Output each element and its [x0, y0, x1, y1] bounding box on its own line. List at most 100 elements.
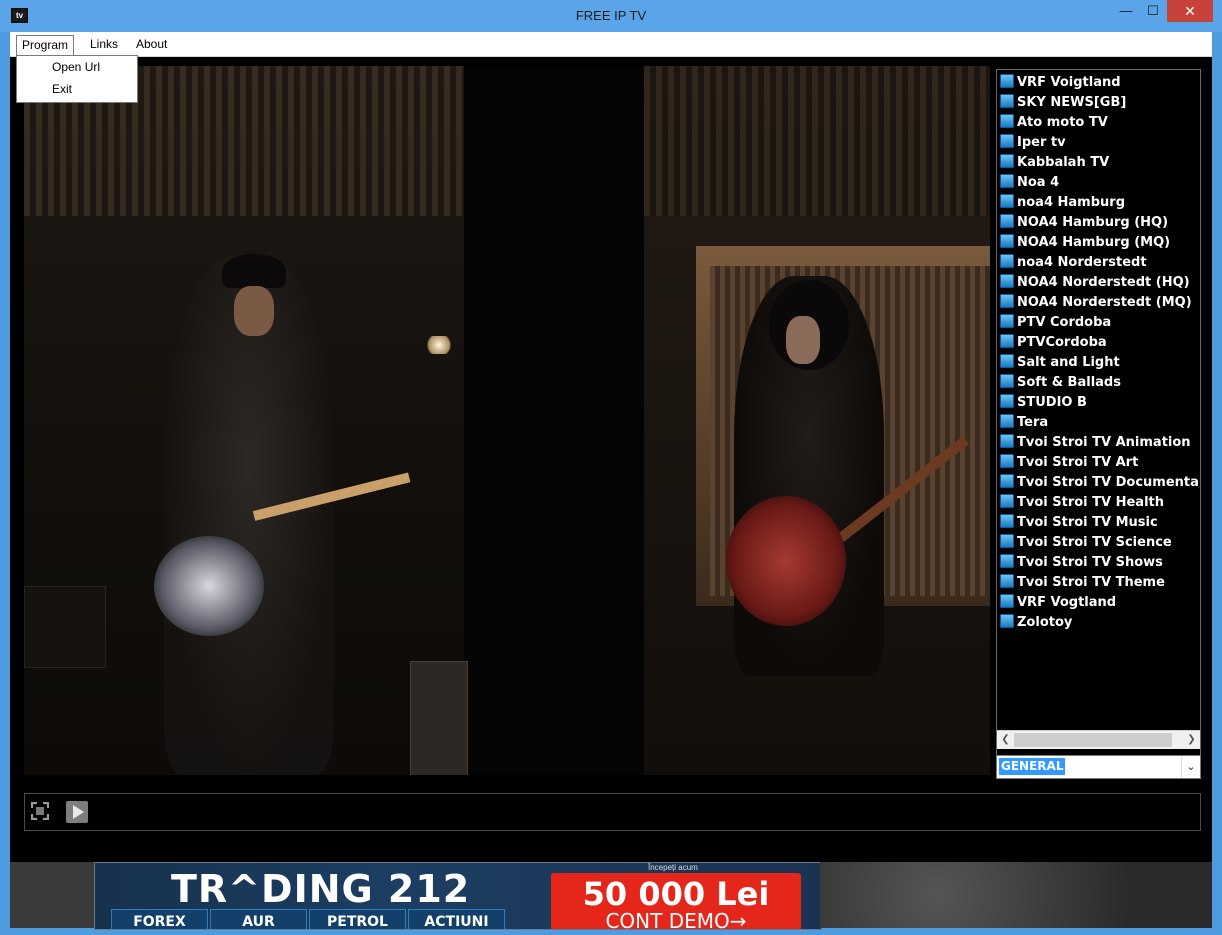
tv-icon [1000, 74, 1014, 88]
ad-cta-button[interactable]: 50 000 Lei CONT DEMO→ [551, 873, 801, 930]
player-controls [24, 793, 1201, 831]
channel-label: Tvoi Stroi TV Theme [1017, 575, 1165, 590]
tv-icon [1000, 234, 1014, 248]
channel-label: noa4 Hamburg [1017, 195, 1126, 210]
menu-about[interactable]: About [131, 35, 172, 53]
scroll-left-icon[interactable]: ❮ [997, 731, 1014, 749]
tv-icon [1000, 294, 1014, 308]
channel-item[interactable]: Tvoi Stroi TV Animation [1000, 433, 1200, 453]
channel-item[interactable]: Tera [1000, 413, 1200, 433]
channel-item[interactable]: STUDIO B [1000, 393, 1200, 413]
title-bar[interactable]: tv FREE IP TV — ☐ ✕ [0, 0, 1222, 32]
channel-list-panel[interactable]: VRF Voigtland SKY NEWS[GB] Ato moto TV Iper… [996, 69, 1201, 761]
channel-item[interactable]: PTVCordoba [1000, 333, 1200, 353]
channel-item[interactable]: Noa 4 [1000, 173, 1200, 193]
program-dropdown: Open Url Exit [16, 55, 138, 103]
scroll-right-icon[interactable]: ❯ [1183, 731, 1200, 749]
channel-label: VRF Voigtland [1017, 75, 1121, 90]
channel-label: PTV Cordoba [1017, 315, 1112, 330]
ad-tabs: FOREX AUR PETROL ACTIUNI [111, 909, 507, 929]
channel-item[interactable]: noa4 Hamburg [1000, 193, 1200, 213]
channel-item[interactable]: Tvoi Stroi TV Science [1000, 533, 1200, 553]
channel-item[interactable]: Tvoi Stroi TV Theme [1000, 573, 1200, 593]
chevron-down-icon[interactable]: ⌄ [1181, 756, 1200, 778]
ad-tab-actiuni[interactable]: ACTIUNI [408, 909, 505, 929]
channel-list: VRF Voigtland SKY NEWS[GB] Ato moto TV Iper… [997, 70, 1200, 738]
horizontal-scrollbar[interactable]: ❮ ❯ [997, 730, 1200, 749]
video-amp [410, 661, 468, 775]
channel-item[interactable]: NOA4 Norderstedt (HQ) [1000, 273, 1200, 293]
channel-item[interactable]: NOA4 Hamburg (MQ) [1000, 233, 1200, 253]
video-amp-left [24, 586, 106, 668]
ad-cta-sub: CONT DEMO→ [605, 909, 747, 930]
channel-item[interactable]: Tvoi Stroi TV Music [1000, 513, 1200, 533]
channel-label: NOA4 Hamburg (MQ) [1017, 235, 1171, 250]
channel-label: Iper tv [1017, 135, 1066, 150]
ad-band-texture [820, 862, 1212, 928]
ad-tab-forex[interactable]: FOREX [111, 909, 208, 929]
video-right-slats [644, 66, 990, 216]
tv-icon [1000, 114, 1014, 128]
channel-label: Tvoi Stroi TV Health [1017, 495, 1165, 510]
channel-item[interactable]: Salt and Light [1000, 353, 1200, 373]
channel-item[interactable]: Tvoi Stroi TV Art [1000, 453, 1200, 473]
minimize-button[interactable]: — [1113, 0, 1139, 22]
menu-open-url[interactable]: Open Url [17, 57, 137, 78]
channel-item[interactable]: VRF Vogtland [1000, 593, 1200, 613]
category-value: GENERAL [999, 758, 1066, 775]
menu-links[interactable]: Links [85, 35, 123, 53]
scroll-thumb[interactable] [1014, 733, 1172, 747]
channel-label: Salt and Light [1017, 355, 1120, 370]
video-guitar-right [726, 496, 846, 626]
video-lamp [424, 336, 454, 354]
channel-item[interactable]: noa4 Norderstedt [1000, 253, 1200, 273]
channel-label: SKY NEWS[GB] [1017, 95, 1127, 110]
channel-label: VRF Vogtland [1017, 595, 1117, 610]
tv-icon [1000, 134, 1014, 148]
video-face-right [786, 316, 820, 364]
ad-banner-area: TR^DING 212 FOREX AUR PETROL ACTIUNI Înc… [10, 862, 1212, 930]
menu-program[interactable]: Program [16, 35, 75, 56]
channel-item[interactable]: Ato moto TV [1000, 113, 1200, 133]
tv-icon [1000, 434, 1014, 448]
channel-label: Zolotoy [1017, 615, 1073, 630]
tv-icon [1000, 494, 1014, 508]
close-button[interactable]: ✕ [1167, 0, 1213, 22]
category-select[interactable]: GENERAL ⌄ [996, 755, 1201, 779]
window-title: FREE IP TV [575, 8, 647, 23]
app-window: tv FREE IP TV — ☐ ✕ Program Links About … [0, 0, 1222, 935]
channel-item[interactable]: PTV Cordoba [1000, 313, 1200, 333]
channel-label: NOA4 Norderstedt (MQ) [1017, 295, 1192, 310]
channel-item[interactable]: Kabbalah TV [1000, 153, 1200, 173]
tv-icon [1000, 414, 1014, 428]
tv-icon [1000, 474, 1014, 488]
tv-icon [1000, 534, 1014, 548]
channel-item[interactable]: SKY NEWS[GB] [1000, 93, 1200, 113]
tv-icon [1000, 274, 1014, 288]
tv-icon [1000, 254, 1014, 268]
video-dark-area [464, 66, 644, 775]
channel-item[interactable]: NOA4 Norderstedt (MQ) [1000, 293, 1200, 313]
channel-item[interactable]: VRF Voigtland [1000, 73, 1200, 93]
channel-item[interactable]: Soft & Ballads [1000, 373, 1200, 393]
channel-item[interactable]: Zolotoy [1000, 613, 1200, 633]
video-player[interactable] [24, 66, 990, 775]
channel-item[interactable]: Tvoi Stroi TV Shows [1000, 553, 1200, 573]
ad-tab-petrol[interactable]: PETROL [309, 909, 406, 929]
channel-item[interactable]: Iper tv [1000, 133, 1200, 153]
play-icon[interactable] [66, 801, 88, 823]
channel-item[interactable]: Tvoi Stroi TV Documentar [1000, 473, 1200, 493]
maximize-button[interactable]: ☐ [1140, 0, 1166, 22]
ad-banner[interactable]: TR^DING 212 FOREX AUR PETROL ACTIUNI Înc… [94, 862, 822, 930]
tv-icon [1000, 594, 1014, 608]
menu-exit[interactable]: Exit [17, 79, 137, 100]
channel-label: Tvoi Stroi TV Science [1017, 535, 1172, 550]
tv-icon [1000, 514, 1014, 528]
channel-item[interactable]: NOA4 Hamburg (HQ) [1000, 213, 1200, 233]
fullscreen-icon[interactable] [31, 802, 49, 820]
channel-label: Tvoi Stroi TV Music [1017, 515, 1158, 530]
channel-label: Tvoi Stroi TV Animation [1017, 435, 1191, 450]
channel-item[interactable]: Tvoi Stroi TV Health [1000, 493, 1200, 513]
ad-tab-aur[interactable]: AUR [210, 909, 307, 929]
tv-icon [1000, 554, 1014, 568]
